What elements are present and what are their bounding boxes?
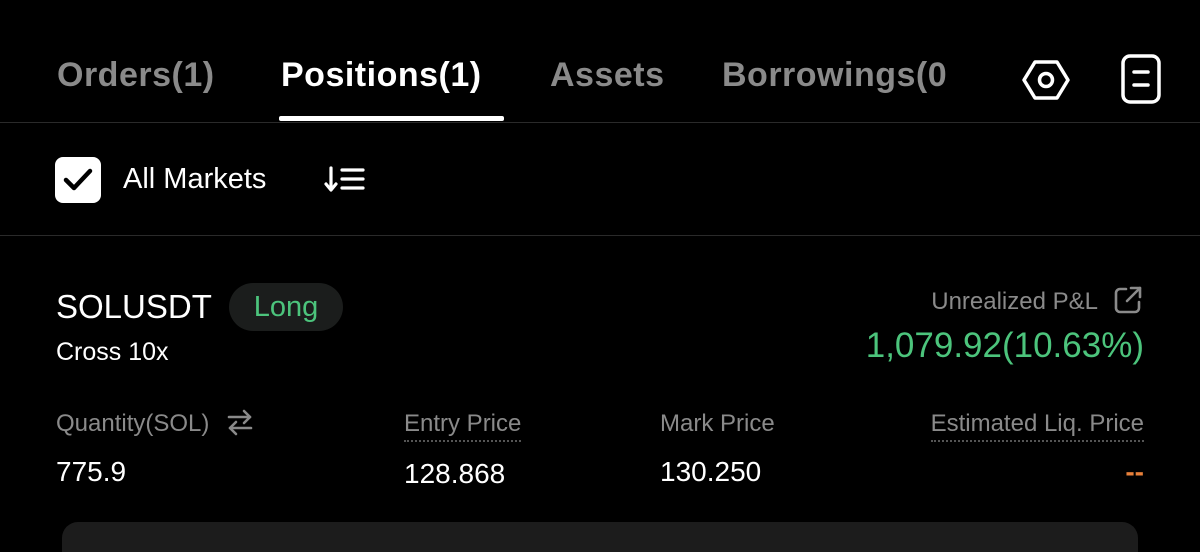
estimated-liq-price-value: -- [1125,456,1144,487]
margin-mode-leverage[interactable]: Cross 10x [56,338,169,367]
tab-bar: Orders(1) Positions(1) Assets Borrowings… [0,0,1200,123]
check-icon [63,168,93,191]
entry-price-value: 128.868 [404,458,506,489]
quantity-value: 775.9 [56,456,127,487]
unrealized-pnl-label: Unrealized P&L [931,288,1098,315]
position-side-badge: Long [229,283,343,331]
estimated-liq-price-label[interactable]: Estimated Liq. Price [930,410,1144,442]
mark-price-value: 130.250 [660,456,762,487]
tab-positions[interactable]: Positions(1) [281,56,482,95]
action-bar[interactable] [62,522,1138,552]
tab-borrowings[interactable]: Borrowings(0 [722,56,974,95]
settings-hexagon-icon[interactable] [1022,56,1070,104]
document-icon[interactable] [1119,53,1163,105]
position-symbol: SOLUSDT [56,288,212,325]
swap-arrows-icon[interactable] [226,408,254,436]
unrealized-pnl-value: 1,079.92(10.63%) [865,326,1144,365]
external-link-icon[interactable] [1113,285,1143,315]
mark-price-label: Mark Price [660,410,775,437]
all-markets-checkbox[interactable] [55,157,101,203]
all-markets-label[interactable]: All Markets [123,163,266,196]
tab-orders[interactable]: Orders(1) [57,56,215,95]
filter-row: All Markets [0,123,1200,236]
tab-assets[interactable]: Assets [550,56,665,95]
active-tab-indicator [279,116,504,121]
sort-icon[interactable] [324,165,366,195]
entry-price-label[interactable]: Entry Price [404,410,522,442]
quantity-label: Quantity(SOL) [56,410,210,437]
